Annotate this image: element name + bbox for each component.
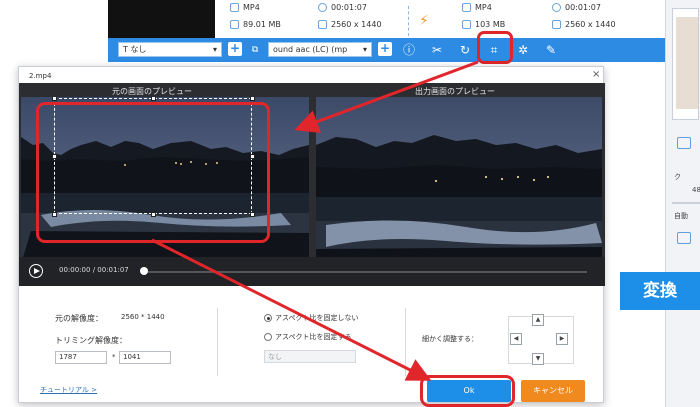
nudge-left-icon[interactable]: ◀: [510, 333, 522, 345]
subtitle-edit-icon[interactable]: ⧉: [246, 41, 264, 59]
source-size: 89.01 MB: [243, 20, 281, 29]
output-resolution: 2560 x 1440: [565, 20, 616, 29]
subtitle-select-value: なし: [130, 45, 147, 54]
resolution-icon: [318, 20, 327, 29]
nudge-up-icon[interactable]: ▲: [532, 314, 544, 326]
output-format: MP4: [475, 3, 492, 12]
crop-handle-top[interactable]: [151, 97, 156, 101]
divider: [405, 308, 406, 376]
scissors-icon[interactable]: ✂: [428, 41, 446, 59]
cancel-button[interactable]: キャンセル: [521, 380, 585, 402]
file-size-icon: [462, 20, 471, 29]
right-settings-panel: ク 48 自動: [665, 0, 700, 407]
chevron-down-icon: ▾: [212, 45, 217, 54]
play-icon[interactable]: [29, 264, 43, 278]
aspect-unfixed-radio[interactable]: [264, 314, 272, 322]
crop-handle-top-right[interactable]: [250, 97, 255, 101]
add-audio-button[interactable]: +: [378, 42, 392, 56]
crop-area-highlight: [36, 102, 270, 243]
fine-tune-label: 細かく調整する：: [422, 335, 478, 343]
convert-button[interactable]: 変換: [620, 272, 700, 310]
dialog-title: 2.mp4: [29, 72, 52, 80]
output-video-preview: [316, 97, 602, 264]
subtitle-t-icon: T: [123, 45, 128, 54]
rotate-icon[interactable]: ↻: [456, 41, 474, 59]
source-format: MP4: [243, 3, 260, 12]
file-format-icon: [230, 3, 239, 12]
source-resolution: 2560 x 1440: [331, 20, 382, 29]
seek-knob[interactable]: [140, 267, 148, 275]
preset-thumbnail[interactable]: [672, 8, 699, 120]
crop-settings: 元の解像度： 2560 * 1440 トリミング解像度： 1787 * 1041…: [19, 286, 605, 404]
seek-track[interactable]: [144, 271, 587, 273]
nudge-down-icon[interactable]: ▼: [532, 353, 544, 365]
effects-icon[interactable]: ✲: [514, 41, 532, 59]
lightning-icon: ⚡: [419, 13, 429, 29]
time-readout: 00:00:00 / 00:01:07: [59, 266, 129, 274]
edit-toolbar: T なし ▾ + ⧉ ound aac (LC) (mp ▾ + ⓘ ✂ ↻ ⌗…: [108, 38, 665, 62]
trim-resolution-label: トリミング解像度：: [55, 336, 127, 345]
option-icon[interactable]: [677, 232, 691, 244]
output-size: 103 MB: [475, 20, 506, 29]
file-format-icon: [462, 3, 471, 12]
multiply-sign: *: [112, 353, 116, 361]
source-duration: 00:01:07: [331, 3, 367, 12]
divider: [217, 308, 218, 376]
output-duration: 00:01:07: [565, 3, 601, 12]
audio-select-value: ound aac (LC) (mp: [273, 45, 348, 54]
right-panel-slider[interactable]: [672, 202, 700, 204]
settings-icon[interactable]: [677, 137, 691, 149]
conversion-divider: [408, 6, 409, 36]
output-preview-label: 出力画面のプレビュー: [415, 87, 495, 96]
close-icon[interactable]: ×: [592, 69, 600, 80]
ok-button-highlight: [420, 375, 515, 407]
crop-handle-top-left[interactable]: [52, 97, 57, 101]
total-time: 00:01:07: [97, 266, 129, 274]
subtitle-select[interactable]: T なし ▾: [118, 42, 222, 57]
playback-bar: 00:00:00 / 00:01:07: [19, 257, 605, 286]
auto-label: 自動: [674, 212, 688, 220]
aspect-unfixed-label: アスペクト比を固定しない: [275, 314, 359, 322]
original-resolution-value: 2560 * 1440: [121, 313, 165, 321]
original-preview-label: 元の画面のプレビュー: [112, 87, 192, 96]
file-size-icon: [230, 20, 239, 29]
nudge-right-icon[interactable]: ▶: [556, 333, 568, 345]
clock-icon: [318, 3, 327, 12]
aspect-ratio-select: なし: [264, 350, 356, 363]
aspect-fixed-label: アスペクト比を固定する: [275, 333, 352, 341]
right-panel-value: 48: [692, 186, 700, 194]
original-resolution-label: 元の解像度：: [55, 314, 103, 323]
source-file-info: MP4 00:01:07 89.01 MB 2560 x 1440: [230, 0, 470, 38]
time-separator: /: [92, 266, 96, 274]
trim-height-input[interactable]: 1041: [119, 351, 171, 364]
add-subtitle-button[interactable]: +: [228, 42, 242, 56]
trim-width-input[interactable]: 1787: [55, 351, 107, 364]
right-panel-label: ク: [674, 173, 681, 181]
crop-button-highlight: [477, 31, 513, 64]
resolution-icon: [552, 20, 561, 29]
current-time: 00:00:00: [59, 266, 91, 274]
audio-track-select[interactable]: ound aac (LC) (mp ▾: [268, 42, 372, 57]
watermark-icon[interactable]: ✎: [542, 41, 560, 59]
aspect-fixed-radio[interactable]: [264, 333, 272, 341]
info-icon[interactable]: ⓘ: [400, 41, 418, 59]
chevron-down-icon: ▾: [362, 45, 367, 54]
clock-icon: [552, 3, 561, 12]
tutorial-link[interactable]: チュートリアル >: [40, 385, 97, 395]
output-landscape-image: [316, 97, 602, 264]
video-thumbnail[interactable]: [108, 0, 215, 40]
